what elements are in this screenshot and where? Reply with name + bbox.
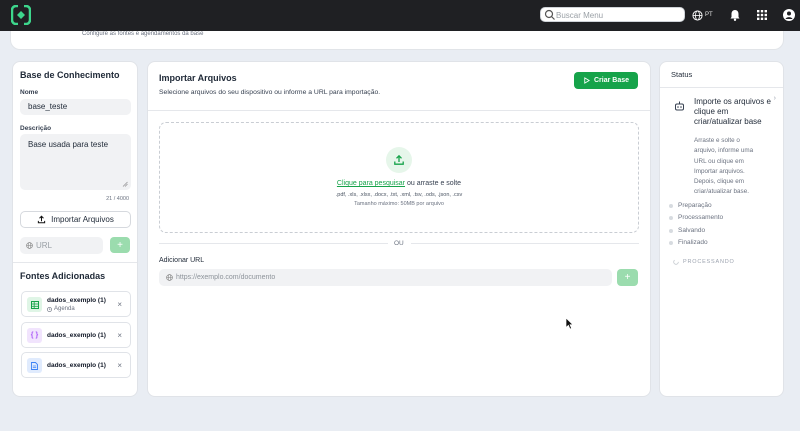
- name-label: Nome: [20, 89, 39, 96]
- language-label: PT: [705, 12, 713, 18]
- status-panel: Status › Importe os arquivos e clique em…: [659, 61, 784, 397]
- import-files-label: Importar Arquivos: [51, 215, 114, 224]
- chevron-right-icon[interactable]: ›: [774, 95, 776, 102]
- step-label: Salvando: [678, 227, 706, 234]
- step-dot: [669, 240, 673, 245]
- status-description: Arraste e solte o arquivo, informe uma U…: [694, 137, 754, 196]
- document-icon: [27, 358, 42, 373]
- source-name: dados_exemplo (1): [47, 362, 106, 369]
- dropzone-instructions: Clique para pesquisar ou arraste e solte: [160, 180, 638, 187]
- name-field[interactable]: base_teste: [20, 99, 131, 115]
- import-subtitle: Selecione arquivos do seu dispositivo ou…: [159, 89, 381, 96]
- language-selector[interactable]: PT: [692, 8, 713, 22]
- step-label: Preparação: [678, 202, 712, 209]
- divider: [159, 243, 388, 244]
- url-placeholder: URL: [36, 241, 53, 250]
- add-url-button-left[interactable]: +: [110, 237, 130, 253]
- play-icon: [584, 77, 590, 84]
- remove-source-icon[interactable]: ×: [117, 361, 122, 370]
- step-saving: Salvando: [669, 227, 705, 234]
- source-item-2[interactable]: { } dados_exemplo (1) ×: [21, 322, 131, 348]
- divider: [660, 87, 783, 88]
- step-preparation: Preparação: [669, 202, 712, 209]
- upload-icon: [394, 154, 404, 165]
- search-input[interactable]: [556, 9, 681, 21]
- step-label: Finalizado: [678, 239, 708, 246]
- knowledge-base-panel: Base de Conhecimento Nome base_teste Des…: [12, 61, 138, 397]
- divider: [411, 243, 639, 244]
- or-separator: OU: [394, 240, 404, 247]
- remove-source-icon[interactable]: ×: [117, 300, 122, 309]
- url-input[interactable]: https://exemplo.com/documento: [159, 269, 612, 286]
- top-navbar: PT: [0, 0, 800, 31]
- char-count: 21 / 4000: [106, 196, 129, 202]
- knowledge-base-title: Base de Conhecimento: [20, 70, 120, 80]
- divider: [13, 262, 137, 263]
- table-icon: [27, 297, 42, 312]
- robot-icon: [675, 101, 684, 111]
- globe-icon: [166, 274, 173, 281]
- file-dropzone[interactable]: Clique para pesquisar ou arraste e solte…: [159, 122, 639, 233]
- sources-title: Fontes Adicionadas: [20, 271, 106, 281]
- apps-grid-icon[interactable]: [755, 8, 769, 22]
- divider: [148, 110, 650, 111]
- max-file-size: Tamanho máximo: 50MB por arquivo: [354, 201, 444, 207]
- description-textarea[interactable]: Base usada para teste: [20, 134, 131, 190]
- url-placeholder: https://exemplo.com/documento: [176, 274, 276, 281]
- globe-icon: [26, 242, 33, 249]
- accepted-formats: .pdf, .xls, .xlsx, .docx, .txt, .xml, .t…: [335, 192, 463, 198]
- upload-icon: [37, 215, 46, 224]
- url-input-left[interactable]: URL: [20, 237, 103, 254]
- mouse-cursor-icon: [565, 317, 574, 330]
- add-url-label: Adicionar URL: [159, 257, 205, 264]
- import-panel: Importar Arquivos Selecione arquivos do …: [147, 61, 651, 397]
- step-finished: Finalizado: [669, 239, 708, 246]
- globe-icon: [692, 9, 703, 21]
- step-dot: [669, 228, 673, 233]
- clock-icon: [47, 306, 52, 312]
- import-files-button[interactable]: Importar Arquivos: [20, 211, 131, 228]
- spinner-icon: [673, 259, 679, 265]
- processing-label: PROCESSANDO: [683, 259, 735, 265]
- search-box[interactable]: [540, 7, 685, 22]
- bell-icon[interactable]: [728, 8, 742, 22]
- resize-handle-icon[interactable]: [122, 181, 128, 187]
- description-text: Base usada para teste: [28, 140, 109, 149]
- step-dot: [669, 215, 673, 220]
- source-item-3[interactable]: dados_exemplo (1) ×: [21, 352, 131, 378]
- status-heading: Importe os arquivos e clique em criar/at…: [694, 97, 771, 126]
- page-subtitle: Configure as fontes e agendamentos da ba…: [82, 31, 204, 37]
- dropzone-text: ou arraste e solte: [405, 180, 462, 187]
- step-processing: Processamento: [669, 214, 723, 221]
- status-title: Status: [671, 70, 693, 79]
- create-base-button[interactable]: Criar Base: [574, 72, 638, 89]
- source-item-1[interactable]: dados_exemplo (1) Agenda ×: [21, 291, 131, 317]
- source-name: dados_exemplo (1): [47, 332, 106, 339]
- page-header: Configure as fontes e agendamentos da ba…: [10, 31, 784, 50]
- processing-status: PROCESSANDO: [673, 259, 735, 265]
- source-schedule-label: Agenda: [54, 306, 75, 312]
- add-url-button[interactable]: +: [617, 269, 638, 286]
- remove-source-icon[interactable]: ×: [117, 331, 122, 340]
- step-label: Processamento: [678, 214, 724, 221]
- import-title: Importar Arquivos: [159, 73, 237, 83]
- create-base-label: Criar Base: [593, 77, 630, 84]
- source-schedule: Agenda: [47, 306, 75, 312]
- search-icon: [544, 9, 555, 20]
- browse-link[interactable]: Clique para pesquisar: [337, 180, 405, 187]
- user-avatar-icon[interactable]: [782, 8, 796, 22]
- app-logo-icon[interactable]: [11, 5, 31, 25]
- description-label: Descrição: [20, 125, 52, 132]
- source-name: dados_exemplo (1): [47, 297, 106, 304]
- json-icon: { }: [27, 328, 42, 343]
- step-dot: [669, 203, 673, 208]
- upload-circle: [386, 147, 412, 173]
